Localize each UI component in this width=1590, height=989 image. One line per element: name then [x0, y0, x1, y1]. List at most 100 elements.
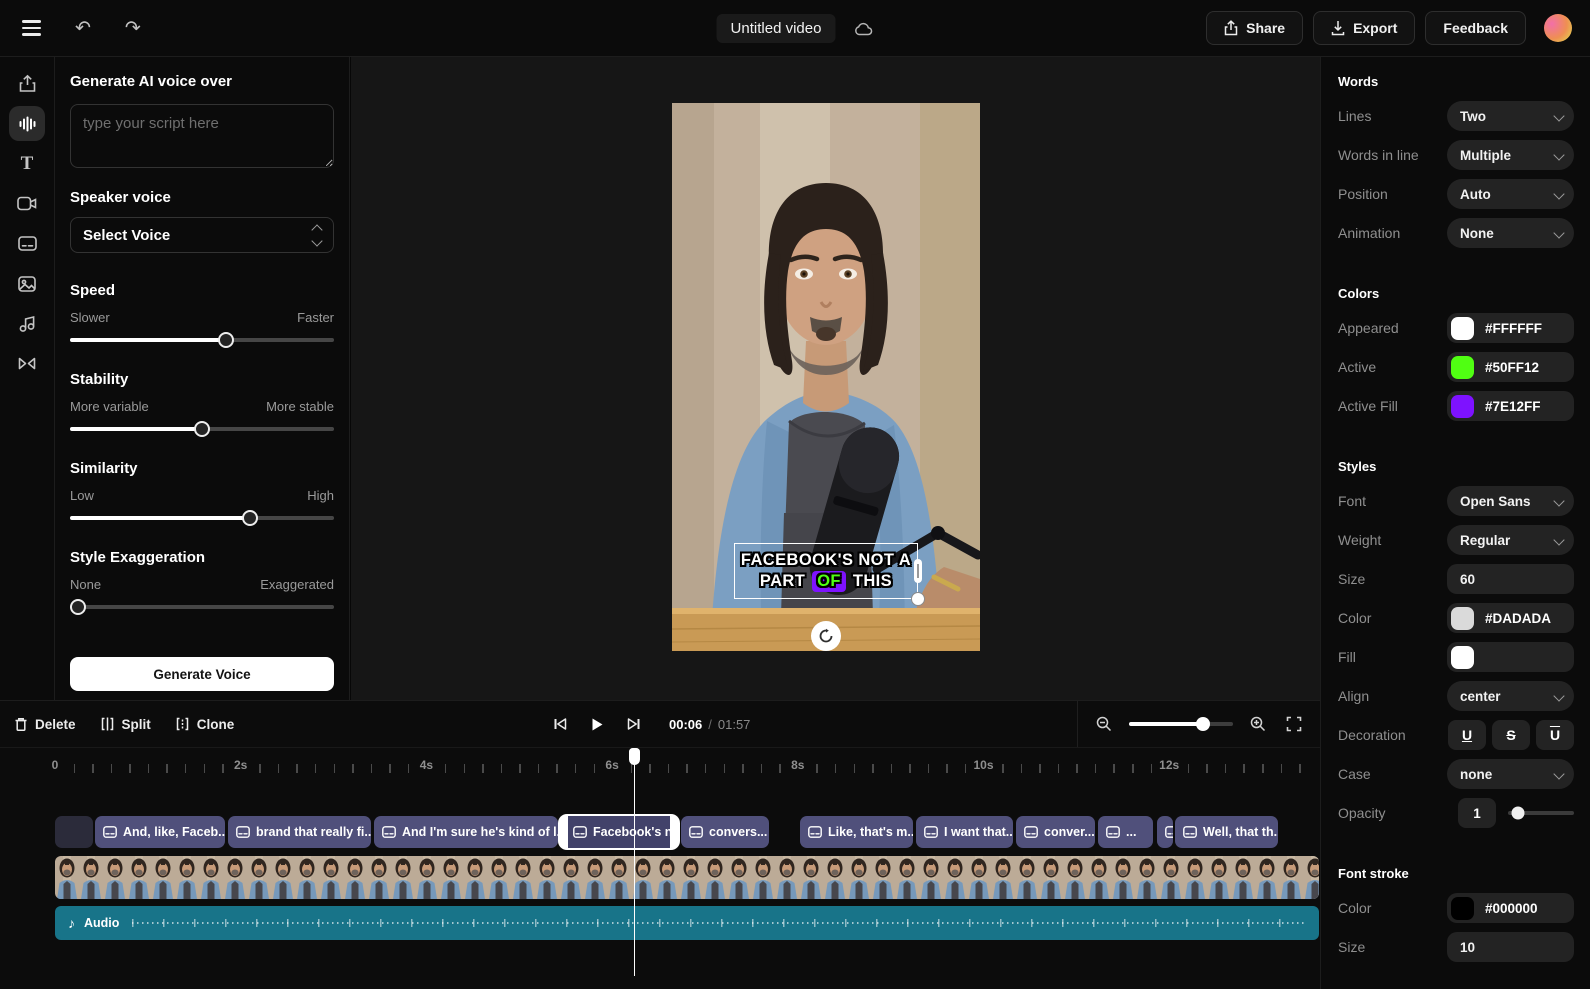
overline-button[interactable]: U [1536, 720, 1574, 750]
image-tool-icon[interactable] [9, 266, 45, 301]
video-title[interactable]: Untitled video [717, 14, 836, 43]
timeline-zoom-slider[interactable] [1129, 722, 1233, 726]
feedback-button[interactable]: Feedback [1425, 11, 1526, 45]
animation-select[interactable]: None [1447, 218, 1574, 248]
case-select[interactable]: none [1447, 759, 1574, 789]
skip-end-icon [627, 717, 641, 731]
ruler-tick [74, 764, 76, 773]
caption-clip[interactable] [55, 816, 93, 848]
transition-tool-icon[interactable] [9, 346, 45, 381]
caption-resize-handle-corner[interactable] [911, 592, 925, 606]
slider-min-label: More variable [70, 399, 149, 414]
caption-clip[interactable]: Well, that th... [1175, 816, 1278, 848]
ruler-tick [166, 764, 168, 773]
video-tool-icon[interactable] [9, 186, 45, 221]
caption-clip[interactable]: I want that... [916, 816, 1013, 848]
weight-select[interactable]: Regular [1447, 525, 1574, 555]
video-frame-thumbnail [1063, 856, 1087, 899]
align-label: Align [1338, 688, 1369, 704]
timeline-ruler[interactable]: 02s4s6s8s10s12s [0, 747, 1320, 791]
split-button[interactable]: Split [100, 717, 151, 732]
fit-screen-icon [1286, 716, 1302, 732]
caption-rotate-button[interactable] [811, 621, 841, 651]
redo-button[interactable]: ↷ [121, 15, 145, 42]
avatar[interactable] [1544, 14, 1572, 42]
stroke-size-input[interactable]: 10 [1447, 932, 1574, 962]
slider-title: Style Exaggeration [70, 549, 334, 566]
underline-button[interactable]: U [1448, 720, 1486, 750]
fill-color-picker[interactable] [1447, 642, 1574, 672]
caption-clip[interactable] [1157, 816, 1173, 848]
opacity-slider[interactable] [1508, 811, 1574, 815]
words-in-line-value: Multiple [1460, 148, 1511, 163]
captions-tool-icon[interactable] [9, 226, 45, 261]
fit-timeline-button[interactable] [1283, 713, 1305, 735]
font-select[interactable]: Open Sans [1447, 486, 1574, 516]
caption-resize-handle-right[interactable] [914, 559, 922, 583]
similarity-slider[interactable] [70, 516, 334, 520]
ruler-tick [408, 764, 410, 773]
select-chevrons-icon [313, 226, 321, 245]
zoom-out-button[interactable] [1093, 713, 1115, 735]
lines-select[interactable]: Two [1447, 101, 1574, 131]
strikethrough-button[interactable]: S [1492, 720, 1530, 750]
zoom-in-button[interactable] [1247, 713, 1269, 735]
caption-overlay[interactable]: FACEBOOK'S NOT A PART OF THIS [734, 543, 918, 599]
delete-button[interactable]: Delete [14, 717, 76, 732]
upload-icon[interactable] [9, 66, 45, 101]
generate-voice-button[interactable]: Generate Voice [70, 657, 334, 691]
chevron-down-icon [1553, 534, 1564, 545]
caption-clip[interactable]: conver... [1016, 816, 1095, 848]
text-tool-icon[interactable]: T [9, 146, 45, 181]
export-button[interactable]: Export [1313, 11, 1415, 45]
text-color-picker[interactable]: #DADADA [1447, 603, 1574, 633]
video-frame[interactable]: FACEBOOK'S NOT A PART OF THIS [672, 103, 980, 651]
music-tool-icon[interactable] [9, 306, 45, 341]
ruler-tick [649, 764, 651, 773]
ruler-tick [1281, 764, 1283, 773]
ruler-tick [1151, 764, 1153, 773]
menu-button[interactable] [18, 16, 45, 39]
align-select[interactable]: center [1447, 681, 1574, 711]
skip-start-button[interactable] [550, 714, 570, 734]
ruler-label: 4s [420, 758, 433, 772]
style-exaggeration-slider[interactable] [70, 605, 334, 609]
voice-select[interactable]: Select Voice [70, 217, 334, 253]
styles-section-title: Styles [1338, 459, 1574, 474]
skip-end-button[interactable] [624, 714, 644, 734]
video-frame-thumbnail [679, 856, 703, 899]
caption-clip[interactable]: And I'm sure he's kind of l... [374, 816, 558, 848]
size-input[interactable]: 60 [1447, 564, 1574, 594]
video-frame-thumbnail [895, 856, 919, 899]
clip-label: ... [1126, 825, 1136, 839]
active-fill-color-picker[interactable]: #7E12FF [1447, 391, 1574, 421]
caption-clip[interactable]: And, like, Faceb... [95, 816, 225, 848]
position-select[interactable]: Auto [1447, 179, 1574, 209]
words-in-line-select[interactable]: Multiple [1447, 140, 1574, 170]
voice-waveform-icon[interactable] [9, 106, 45, 141]
stability-slider[interactable] [70, 427, 334, 431]
opacity-input[interactable]: 1 [1458, 798, 1496, 828]
caption-clip[interactable]: Facebook's n... [560, 816, 678, 848]
play-button[interactable] [587, 714, 607, 735]
caption-clip[interactable]: convers... [681, 816, 769, 848]
clone-button[interactable]: Clone [175, 717, 235, 732]
caption-clip[interactable]: ... [1098, 816, 1153, 848]
cloud-sync-icon [853, 21, 873, 37]
caption-clip[interactable]: brand that really fi... [228, 816, 371, 848]
undo-button[interactable]: ↶ [71, 15, 95, 42]
audio-track[interactable]: ♪ Audio [55, 906, 1319, 940]
script-input[interactable] [70, 104, 334, 168]
video-track[interactable] [55, 856, 1319, 899]
speed-slider[interactable] [70, 338, 334, 342]
audio-track-label: Audio [84, 916, 119, 930]
slider-title: Stability [70, 371, 334, 388]
active-color-picker[interactable]: #50FF12 [1447, 352, 1574, 382]
share-button[interactable]: Share [1206, 11, 1303, 45]
caption-clip[interactable]: Like, that's m... [800, 816, 913, 848]
appeared-color-picker[interactable]: #FFFFFF [1447, 313, 1574, 343]
ruler-tick [185, 764, 187, 773]
case-label: Case [1338, 766, 1371, 782]
stroke-color-picker[interactable]: #000000 [1447, 893, 1574, 923]
words-in-line-label: Words in line [1338, 147, 1419, 163]
